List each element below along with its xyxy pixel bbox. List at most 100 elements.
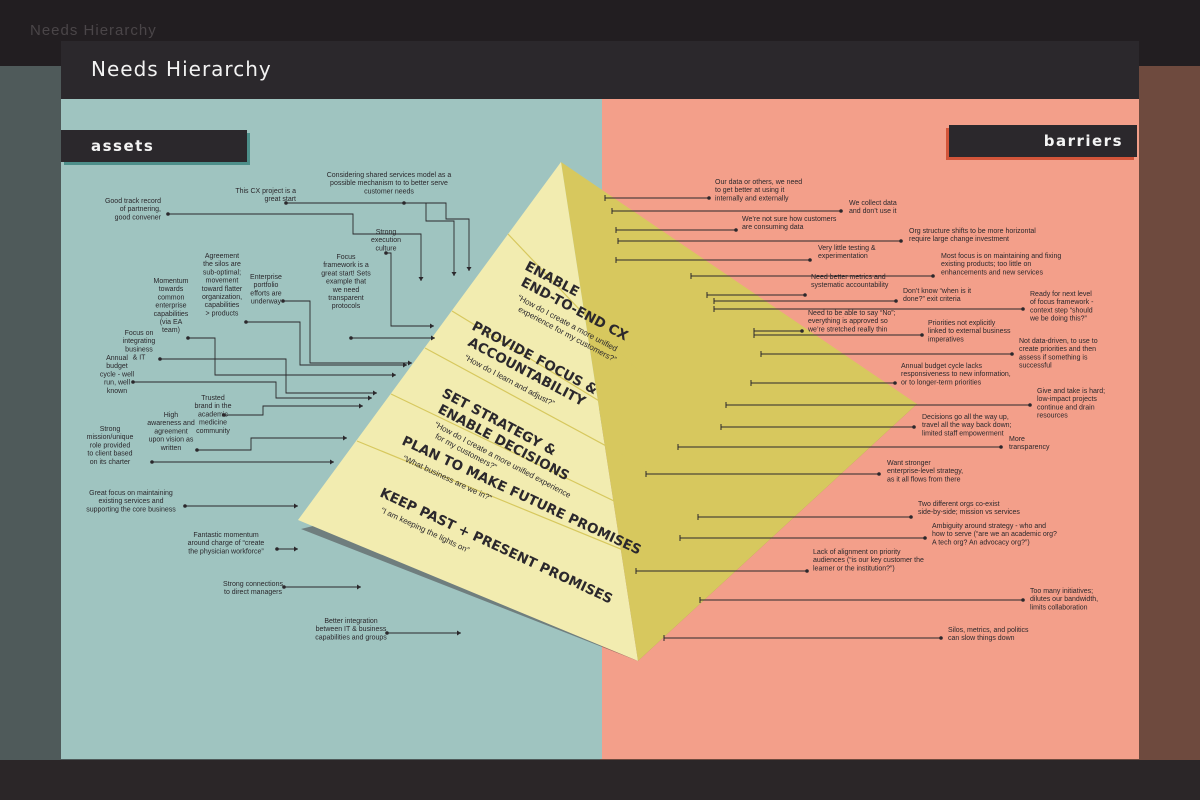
asset-label: Fantastic momentum around charge of “crea… [188,532,265,555]
asset-arrowhead [392,372,396,378]
barrier-label: We collect data and don’t use it [849,200,897,215]
barrier-connector-dot [909,515,913,519]
barrier-label: Our data or others, we need to get better… [715,179,802,202]
barrier-label: Need better metrics and systematic accoun… [811,274,889,289]
barrier-connector-dot [920,333,924,337]
asset-label: Focus framework is a great start! Sets exam… [321,254,371,310]
asset-arrowhead [330,459,334,465]
barrier-connector-dot [899,239,903,243]
barrier-label: Annual budget cycle lacks responsiveness … [901,363,1011,386]
barrier-connector-dot [1021,598,1025,602]
asset-connector [224,405,363,416]
asset-connector-dot [384,251,388,255]
barrier-connector-dot [1021,307,1025,311]
barrier-label: Very little testing & experimentation [818,245,876,260]
asset-connector-dot [281,299,285,303]
barrier-connector-dot [839,209,843,213]
asset-connector-dot [349,336,353,340]
asset-connector-dot [244,320,248,324]
asset-arrowhead [294,546,298,552]
barrier-connector-dot [877,472,881,476]
barrier-note: Silos, metrics, and politics can slow thi… [663,627,1029,642]
barrier-connector-dot [734,228,738,232]
asset-note: Annual budget cycle - well run, well known [100,355,372,401]
asset-label: Momentum towards common enterprise capabilit… [153,278,188,334]
asset-connector-dot [150,460,154,464]
asset-note: Trusted brand in the academic medicine commu… [195,395,363,435]
barrier-label: Most focus is on maintaining and fixing e… [941,253,1061,276]
asset-arrowhead [466,267,472,271]
asset-connector-dot [186,336,190,340]
barrier-label: Decisions go all the way up, travel all t… [922,414,1012,437]
barrier-connector-dot [808,258,812,262]
barrier-connector-dot [1010,352,1014,356]
asset-arrowhead [357,584,361,590]
asset-note: Enterprise portfolio efforts are underway [250,274,412,366]
asset-arrowhead [457,630,461,636]
barrier-connector-dot [803,293,807,297]
barrier-connector-dot [805,569,809,573]
asset-label: Great focus on maintaining existing servi… [86,490,176,513]
asset-connector-dot [282,585,286,589]
asset-label: High awareness and agreement upon vision as… [147,412,195,452]
asset-arrowhead [430,323,434,329]
barrier-label: Ready for next level of focus framework -… [1029,291,1094,323]
background-footer [0,760,1200,800]
barrier-label: Want stronger enterprise-level strategy, a… [887,460,963,483]
asset-connector-dot [222,413,226,417]
barrier-label: More transparency [1009,436,1050,451]
asset-connector [133,381,372,399]
asset-connector-dot [158,357,162,361]
barrier-connector-dot [999,445,1003,449]
asset-label: Enterprise portfolio efforts are underway [250,274,282,306]
asset-label: Annual budget cycle - well run, well known [100,355,135,395]
barrier-label: Two different orgs co-exist side-by-side;… [918,501,1020,516]
asset-note: Better integration between IT & business c… [315,618,461,641]
asset-connector [386,252,434,327]
asset-connector [188,337,396,376]
barrier-note: Too many initiatives; dilutes our bandwid… [699,588,1098,611]
asset-connector-dot [166,212,170,216]
barrier-label: Silos, metrics, and politics can slow thi… [948,627,1029,642]
asset-note: High awareness and agreement upon vision as… [147,412,347,452]
asset-connector-dot [275,547,279,551]
asset-connector [404,202,470,271]
barrier-label: Priorities not explicitly linked to exter… [928,320,1011,343]
barrier-connector-dot [894,299,898,303]
barrier-label: Not data-driven, to use to create priorit… [1019,338,1098,370]
asset-arrowhead [368,395,372,401]
assets-tag: assets [61,130,247,162]
barrier-label: Need to be able to say “No”; everything i… [807,310,896,333]
barrier-connector-dot [923,536,927,540]
asset-label: This CX project is a great start [235,188,296,203]
asset-note: Focus framework is a great start! Sets exam… [321,254,435,341]
asset-label: Strong mission/unique role provided to clie… [87,426,134,466]
asset-connector [160,358,377,394]
background-app-title: Needs Hierarchy [30,22,157,39]
barriers-tag: barriers [949,125,1137,157]
asset-note: Fantastic momentum around charge of “crea… [188,532,298,555]
asset-label: Good track record of partnering, good conv… [105,198,162,221]
asset-connector-dot [284,201,288,205]
barrier-label: Ambiguity around strategy - who and how t… [932,523,1057,546]
asset-connector-dot [195,448,199,452]
asset-note: Agreement the silos are sub-optimal; moveme… [202,253,407,368]
barrier-connector-dot [800,329,804,333]
barrier-connector-dot [931,274,935,278]
barrier-connector-dot [707,196,711,200]
asset-arrowhead [451,272,457,276]
asset-connector [283,300,412,364]
asset-connector-dot [183,504,187,508]
asset-arrowhead [408,360,412,366]
asset-connector [197,437,347,451]
barrier-label: Org structure shifts to be more horizont… [909,228,1036,243]
asset-arrowhead [359,403,363,409]
barrier-connector-dot [912,425,916,429]
asset-connector-dot [385,631,389,635]
needs-hierarchy-panel: Needs Hierarchy ENABLE END-TO-END CX “How … [61,41,1139,759]
asset-arrowhead [418,277,424,281]
asset-label: Considering shared services model as a po… [327,172,452,195]
barrier-connector-dot [893,381,897,385]
barrier-label: Give and take is hard; low-impact project… [1037,388,1105,420]
barrier-label: Too many initiatives; dilutes our bandwid… [1030,588,1098,611]
